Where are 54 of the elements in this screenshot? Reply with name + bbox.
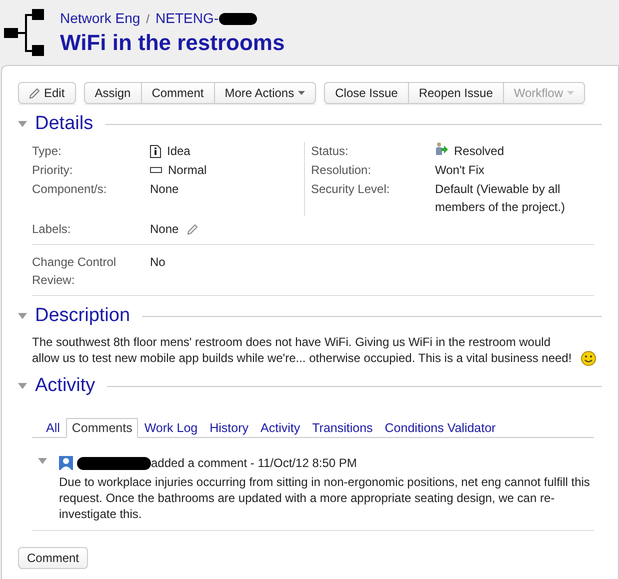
activity-tab[interactable]: Transitions: [306, 418, 379, 438]
activity-tab[interactable]: Work Log: [138, 418, 204, 438]
field-label: Change Control Review:: [32, 254, 118, 289]
section-title: Activity: [35, 374, 96, 398]
action-button[interactable]: Reopen Issue: [408, 82, 503, 104]
field-value: Resolved: [454, 143, 506, 160]
activity-tab[interactable]: All: [40, 418, 66, 438]
activity-tab[interactable]: Activity: [254, 418, 306, 438]
field-label: Security Level:: [311, 181, 391, 198]
field-value: Default (Viewable by all members of the project.): [435, 181, 566, 216]
pencil-icon: [29, 88, 40, 98]
section-title: Details: [35, 112, 94, 136]
collapse-arrow-icon[interactable]: [38, 458, 47, 464]
info-document-icon: [150, 144, 161, 158]
field-value: Normal: [168, 162, 207, 179]
priority-bar-icon: [150, 167, 162, 173]
activity-tab[interactable]: Conditions Validator: [378, 418, 502, 438]
collapse-arrow-icon[interactable]: [18, 313, 27, 319]
project-link[interactable]: Network Eng: [60, 8, 140, 29]
activity-tab[interactable]: History: [204, 418, 255, 438]
comment-button[interactable]: Comment: [18, 547, 88, 569]
comment-meta: added a comment - 11/Oct/12 8:50 PM: [151, 455, 357, 472]
breadcrumb-separator: /: [146, 10, 150, 28]
caret-icon: [567, 91, 574, 95]
field-label: Labels:: [32, 221, 72, 238]
issue-key-link[interactable]: NETENG-: [156, 8, 218, 29]
caret-icon: [298, 91, 306, 95]
action-button[interactable]: Close Issue: [324, 82, 408, 104]
field-value: No: [150, 254, 166, 271]
field-label: Type:: [32, 143, 62, 160]
smiley-icon: [581, 351, 596, 366]
comment-text: Due to workplace injuries occurring from sitting in non-ergonomic positions, net eng cannot fulfill this request. Once the bathrooms are updated with a more appropriate seating design, we can re-investigate this.: [59, 474, 591, 522]
field-value: None: [150, 181, 179, 198]
collapse-arrow-icon[interactable]: [18, 383, 27, 389]
field-label: Resolution:: [311, 162, 372, 179]
field-value: None: [150, 221, 179, 238]
collapse-arrow-icon[interactable]: [18, 121, 27, 127]
pencil-icon[interactable]: [186, 224, 198, 234]
description-text: The southwest 8th floor mens' restroom does not have WiFi. Giving us WiFi in the restroom would allow us to test new mobile app builds while we're... otherwise occupied. This is a vital business need!: [32, 334, 573, 366]
field-value: Idea: [167, 143, 190, 160]
issue-title: WiFi in the restrooms: [60, 29, 285, 57]
avatar-icon: [59, 456, 73, 470]
field-label: Component/s:: [32, 181, 108, 198]
field-value: Won't Fix: [435, 162, 486, 179]
person-arrow-icon: [435, 142, 448, 155]
action-button[interactable]: Comment: [140, 82, 214, 104]
field-label: Status:: [311, 143, 350, 160]
section-title: Description: [35, 304, 130, 328]
redaction-mark: [218, 12, 256, 24]
action-button[interactable]: Assign: [84, 82, 141, 104]
field-label: Priority:: [32, 162, 74, 179]
activity-tab[interactable]: Comments: [66, 418, 138, 438]
dropdown-button[interactable]: More Actions: [214, 82, 316, 104]
edit-button[interactable]: Edit: [18, 82, 76, 104]
